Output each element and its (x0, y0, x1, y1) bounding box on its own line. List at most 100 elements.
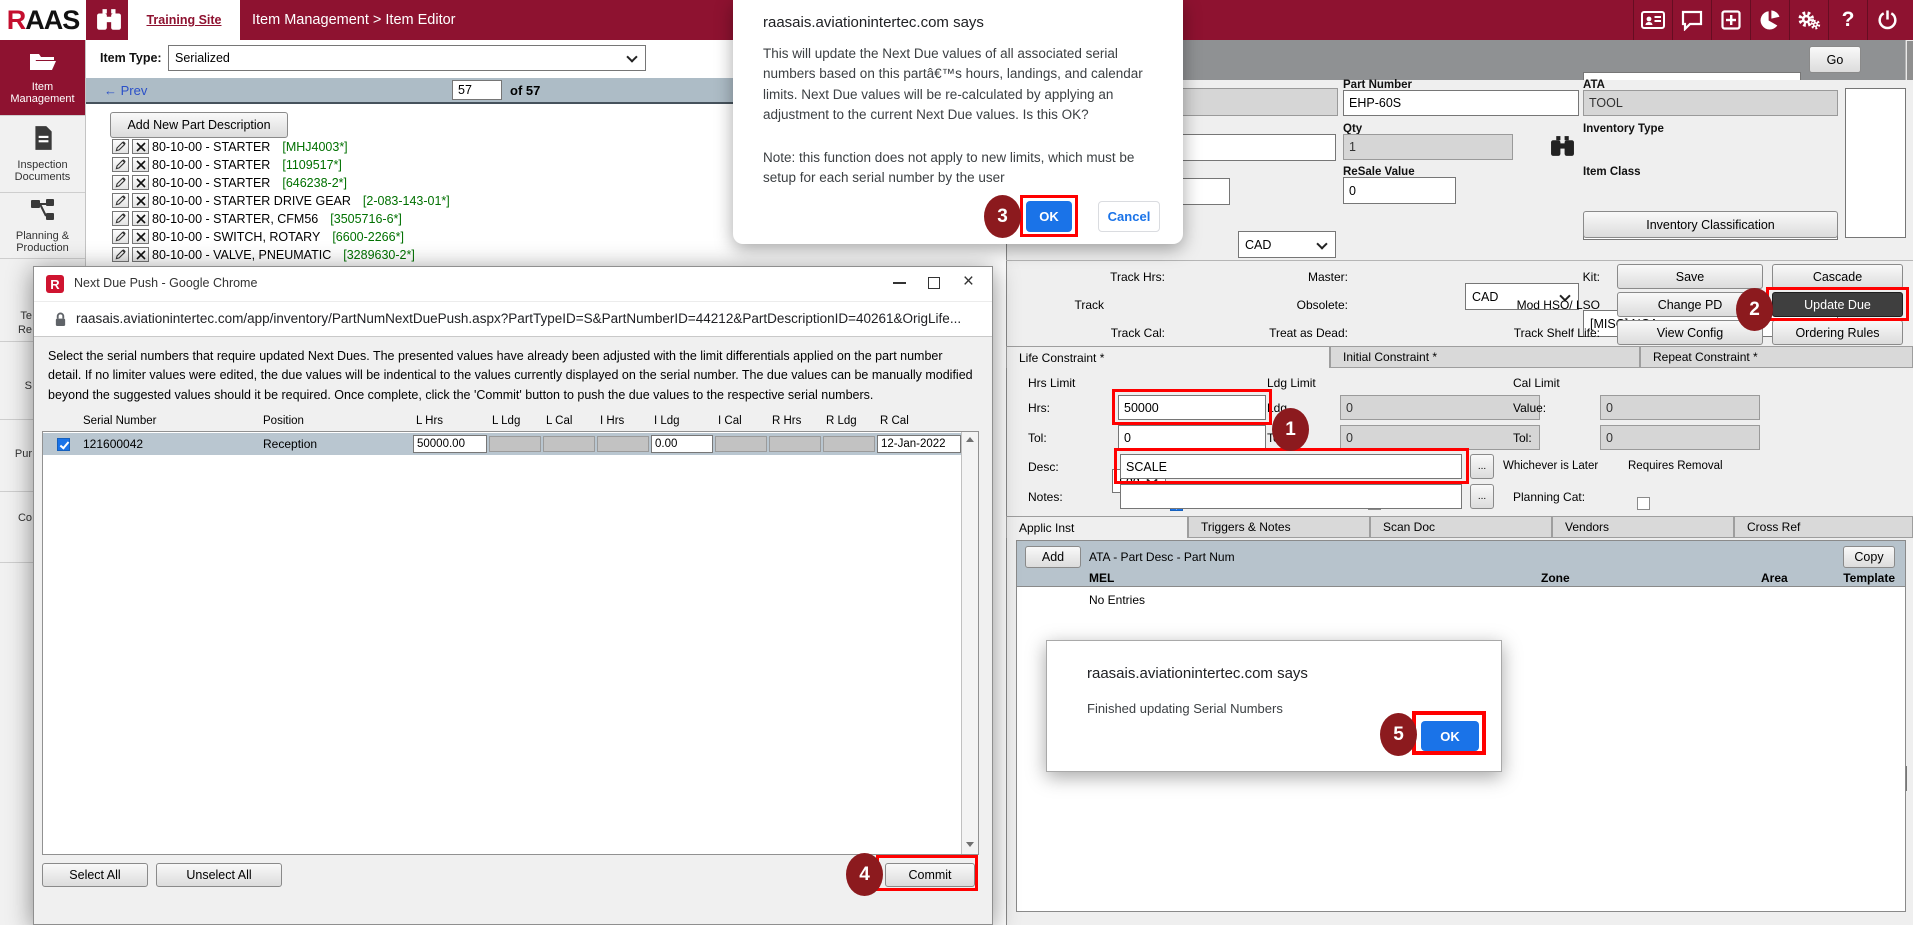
help-icon[interactable]: ? (1828, 0, 1867, 40)
r-cal-input[interactable]: 12-Jan-2022 (877, 435, 961, 453)
qty-binoculars-icon[interactable] (1550, 135, 1575, 161)
inventory-classification-button[interactable]: Inventory Classification (1583, 211, 1838, 238)
hidden-currency-select[interactable]: CAD (1238, 231, 1336, 258)
add-window-icon[interactable] (1711, 0, 1750, 40)
serial-row-checkbox[interactable] (57, 438, 70, 451)
window-urlbar[interactable]: raasais.aviationintertec.com/app/invento… (34, 301, 992, 337)
tab-cross-ref[interactable]: Cross Ref (1734, 516, 1913, 538)
notes-ellipsis-button[interactable]: ... (1470, 484, 1494, 509)
desc-ellipsis-button[interactable]: ... (1470, 454, 1494, 479)
sidebar-item-inspection-documents[interactable]: Inspection Documents (0, 116, 85, 193)
delete-x-icon[interactable] (132, 211, 149, 226)
delete-x-icon[interactable] (132, 193, 149, 208)
edit-pencil-icon[interactable] (112, 211, 129, 226)
chat-icon[interactable] (1672, 0, 1711, 40)
edit-pencil-icon[interactable] (112, 139, 129, 154)
edit-pencil-icon[interactable] (112, 193, 129, 208)
settings-gears-icon[interactable] (1789, 0, 1828, 40)
delete-x-icon[interactable] (132, 175, 149, 190)
delete-x-icon[interactable] (132, 247, 149, 262)
tab-initial-constraint[interactable]: Initial Constraint * (1330, 346, 1640, 368)
go-button[interactable]: Go (1809, 46, 1861, 73)
record-number-input[interactable]: 57 (452, 80, 502, 100)
i-ldg-input[interactable]: 0.00 (651, 435, 713, 453)
update-due-button[interactable]: Update Due (1772, 292, 1903, 317)
part-desc[interactable]: 80-10-00 - VALVE, PNEUMATIC (152, 248, 331, 262)
part-number: [MHJ4003*] (282, 140, 347, 154)
tab-triggers-notes[interactable]: Triggers & Notes (1188, 516, 1370, 538)
ldg-tol-input: 0 (1340, 425, 1540, 450)
sidebar-item-planning-production[interactable]: Planning & Production (0, 193, 85, 259)
cascade-button[interactable]: Cascade (1772, 264, 1903, 289)
add-new-part-description-button[interactable]: Add New Part Description (110, 112, 288, 138)
item-type-select[interactable]: Serialized (168, 45, 646, 71)
minimize-icon[interactable] (893, 282, 906, 284)
desc-input[interactable]: SCALE (1120, 454, 1462, 479)
part-desc[interactable]: 80-10-00 - STARTER DRIVE GEAR (152, 194, 351, 208)
edit-pencil-icon[interactable] (112, 157, 129, 172)
prev-link[interactable]: ← Prev (104, 83, 147, 98)
list-scrollbar[interactable] (961, 432, 978, 854)
part-desc[interactable]: 80-10-00 - STARTER, CFM56 (152, 212, 318, 226)
tab-repeat-constraint[interactable]: Repeat Constraint * (1640, 346, 1913, 368)
sidebar-item-item-management[interactable]: Item Management (0, 40, 85, 116)
part-desc[interactable]: 80-10-00 - STARTER (152, 158, 270, 172)
hrs-limit-input[interactable]: 50000 (1118, 395, 1266, 420)
tab-training-site[interactable]: Training Site (128, 0, 240, 40)
hidden-field-fragment[interactable] (1160, 134, 1336, 161)
copy-button[interactable]: Copy (1843, 546, 1895, 568)
mod-hso-lso-checkbox[interactable] (1637, 497, 1650, 510)
close-icon[interactable]: × (963, 271, 974, 293)
edit-pencil-icon[interactable] (112, 247, 129, 262)
alternates-list-box[interactable] (1845, 88, 1906, 238)
save-button[interactable]: Save (1617, 264, 1763, 289)
part-desc[interactable]: 80-10-00 - STARTER (152, 176, 270, 190)
scroll-down-icon[interactable] (966, 842, 974, 847)
hrs-tol-input[interactable]: 0 (1118, 425, 1266, 450)
add-button[interactable]: Add (1025, 546, 1081, 568)
part-number-input[interactable]: EHP-60S (1343, 90, 1579, 116)
serials-table-header: Serial Number Position L Hrs L Ldg L Cal… (43, 415, 962, 427)
serial-row[interactable]: 121600042 Reception 50000.00 0.00 12-Jan… (43, 433, 961, 455)
edit-pencil-icon[interactable] (112, 229, 129, 244)
delete-x-icon[interactable] (132, 229, 149, 244)
ordering-rules-button[interactable]: Ordering Rules (1772, 320, 1903, 345)
notes-input[interactable] (1120, 484, 1462, 509)
step-4-annotation: 4 (846, 853, 883, 896)
tab-life-constraint[interactable]: Life Constraint * (1006, 346, 1330, 368)
planning-cat-label: Planning Cat: (1513, 490, 1585, 504)
power-icon[interactable] (1867, 0, 1906, 40)
delete-x-icon[interactable] (132, 157, 149, 172)
commit-button[interactable]: Commit (885, 863, 975, 887)
l-hrs-input[interactable]: 50000.00 (413, 435, 487, 453)
pie-chart-icon[interactable] (1750, 0, 1789, 40)
edit-pencil-icon[interactable] (112, 175, 129, 190)
tab-applic-inst[interactable]: Applic Inst (1006, 516, 1188, 538)
part-desc[interactable]: 80-10-00 - STARTER (152, 140, 270, 154)
scroll-up-icon[interactable] (966, 437, 974, 442)
i-hrs-cell (596, 433, 650, 455)
done-ok-button[interactable]: OK (1421, 721, 1479, 751)
window-titlebar[interactable]: R Next Due Push - Google Chrome × (34, 267, 992, 301)
maximize-icon[interactable] (928, 277, 940, 289)
r-hrs-cell (768, 433, 822, 455)
resale-value-input[interactable]: 0 (1343, 177, 1456, 204)
l-cal-disabled (543, 436, 595, 452)
url-text[interactable]: raasais.aviationintertec.com/app/invento… (76, 311, 961, 326)
confirm-ok-button[interactable]: OK (1026, 201, 1072, 232)
delete-x-icon[interactable] (132, 139, 149, 154)
window-title: Next Due Push - Google Chrome (74, 276, 257, 290)
confirm-cancel-button[interactable]: Cancel (1098, 201, 1160, 232)
track-hrs-label: Track Hrs: (1060, 270, 1165, 284)
part-desc[interactable]: 80-10-00 - SWITCH, ROTARY (152, 230, 320, 244)
tab-vendors[interactable]: Vendors (1552, 516, 1734, 538)
tab-scan-doc[interactable]: Scan Doc (1370, 516, 1552, 538)
sidebar-item-label: Inspection Documents (3, 159, 83, 183)
step-5-annotation: 5 (1380, 713, 1417, 756)
item-type-value: Serialized (175, 51, 230, 65)
select-all-button[interactable]: Select All (42, 863, 148, 887)
part-list-row: 80-10-00 - VALVE, PNEUMATIC[3289630-2*] (112, 247, 415, 262)
binoculars-icon[interactable] (96, 8, 122, 35)
unselect-all-button[interactable]: Unselect All (156, 863, 282, 887)
id-card-icon[interactable] (1633, 0, 1672, 40)
